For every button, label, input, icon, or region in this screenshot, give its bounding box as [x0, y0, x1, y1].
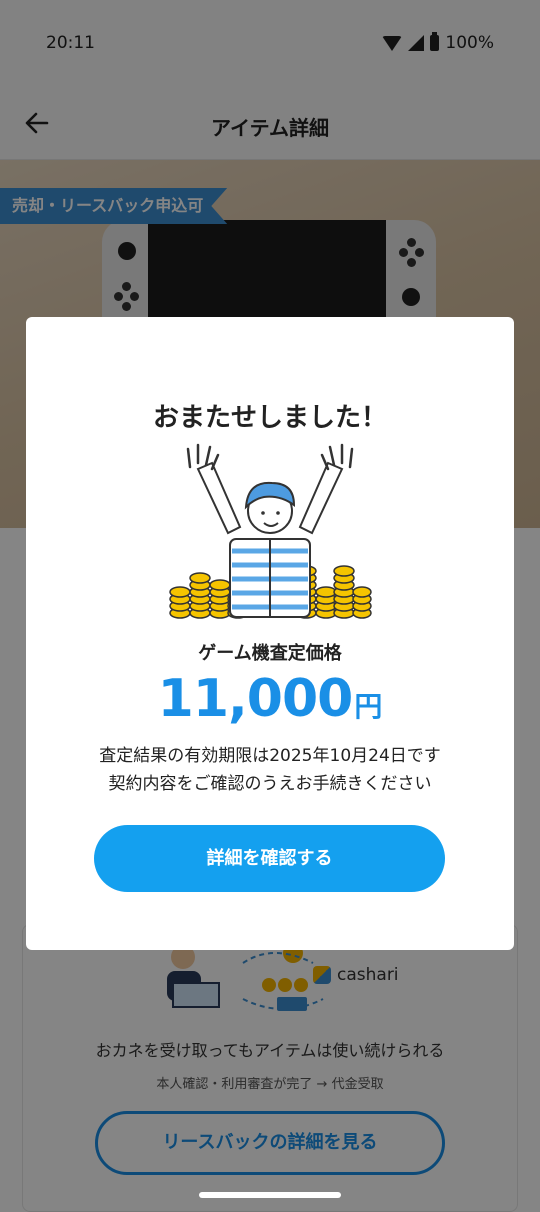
confirm-details-button[interactable]: 詳細を確認する	[94, 825, 445, 892]
appraisal-result-dialog: おまたせしました！ ゲーム機査定価格 11,000円 査定結果の有効期限は202…	[26, 317, 514, 950]
home-indicator[interactable]	[199, 1192, 341, 1198]
price-unit: 円	[354, 690, 383, 723]
expiry-notice: 査定結果の有効期限は2025年10月24日です	[99, 746, 441, 766]
dialog-title: おまたせしました！	[152, 403, 387, 433]
confirm-notice: 契約内容をご確認のうえお手続きください	[108, 774, 432, 794]
price-label: ゲーム機査定価格	[198, 643, 342, 664]
price-value: 11,000	[157, 669, 354, 729]
appraisal-price: 11,000円	[26, 669, 514, 729]
celebrating-person-illustration	[169, 443, 372, 619]
